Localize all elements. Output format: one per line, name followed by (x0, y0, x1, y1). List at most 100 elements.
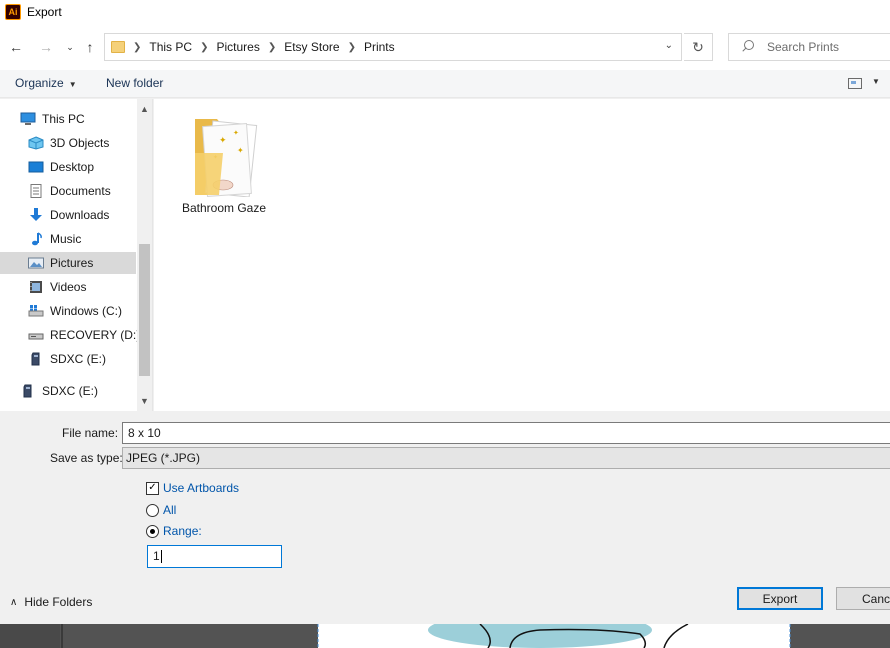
organize-button[interactable]: Organize ▼ (15, 76, 77, 90)
address-bar[interactable]: ❯ This PC ❯ Pictures ❯ Etsy Store ❯ Prin… (104, 33, 682, 61)
chevron-down-icon[interactable]: ⌄ (665, 40, 673, 51)
cube-icon (28, 136, 44, 150)
music-icon (28, 232, 44, 246)
range-input[interactable]: 1 (147, 545, 282, 568)
sidebar-item-downloads[interactable]: Downloads (0, 204, 136, 226)
cancel-button[interactable]: Cancel (836, 587, 890, 610)
change-view-icon[interactable] (848, 78, 862, 89)
illustrator-app-icon: Ai (5, 4, 21, 20)
chevron-right-icon[interactable]: ❯ (133, 42, 141, 53)
sidebar-item-3d-objects[interactable]: 3D Objects (0, 132, 136, 154)
folder-item[interactable]: ✦ ✦ ✦ ✦ Bathroom Gaze (180, 113, 268, 223)
folder-name: Bathroom Gaze (181, 201, 267, 215)
sidebar-item-pictures[interactable]: Pictures (0, 252, 136, 274)
sd-card-icon (20, 384, 36, 398)
pictures-icon (28, 256, 44, 270)
sidebar-item-label: SDXC (E:) (42, 384, 99, 398)
scroll-up-arrow-icon[interactable]: ▲ (137, 101, 152, 117)
organize-label: Organize (15, 76, 64, 90)
export-dialog: Ai Export ← → ⌄ ↑ ❯ This PC ❯ Pictures ❯… (0, 0, 890, 624)
forward-arrow-icon[interactable]: → (36, 38, 56, 56)
desktop-icon (28, 160, 44, 174)
range-option[interactable]: Range: (146, 524, 202, 538)
sidebar-item-label: Downloads (50, 208, 110, 222)
navigation-pane: This PC 3D Objects Desktop Documents Dow… (0, 99, 153, 411)
sidebar-item-recovery-d[interactable]: RECOVERY (D:) (0, 324, 140, 346)
drive-icon (28, 328, 44, 342)
new-folder-button[interactable]: New folder (106, 76, 163, 90)
hide-folders-button[interactable]: ∧ Hide Folders (10, 595, 92, 609)
range-value: 1 (153, 549, 160, 563)
file-list[interactable]: ✦ ✦ ✦ ✦ Bathroom Gaze (154, 99, 890, 411)
export-button[interactable]: Export (737, 587, 823, 610)
range-label[interactable]: Range: (163, 524, 202, 538)
sd-card-icon (28, 352, 44, 366)
folder-thumbnail-icon: ✦ ✦ ✦ ✦ (195, 119, 258, 197)
breadcrumb-etsy-store[interactable]: Etsy Store (284, 40, 339, 54)
sidebar-item-sdxc-e-root[interactable]: SDXC (E:) (0, 380, 136, 402)
title-bar: Ai Export (0, 0, 890, 24)
folder-icon (111, 41, 125, 53)
caret-down-icon: ▼ (68, 80, 77, 89)
computer-icon (20, 112, 36, 126)
use-artboards-label[interactable]: Use Artboards (163, 481, 239, 495)
all-radio[interactable] (146, 503, 159, 517)
svg-text:✦: ✦ (219, 136, 227, 146)
svg-text:✦: ✦ (237, 146, 244, 155)
document-icon (28, 184, 44, 198)
sidebar-item-label: Pictures (50, 256, 94, 270)
file-name-input[interactable]: 8 x 10 (122, 422, 890, 444)
sidebar-item-label: This PC (42, 112, 85, 126)
sidebar-item-videos[interactable]: Videos (0, 276, 136, 298)
navigation-pane-scrollbar[interactable]: ▲ ▼ (137, 99, 152, 411)
use-artboards-option[interactable]: ✓ Use Artboards (146, 481, 239, 495)
sidebar-item-sdxc-e[interactable]: SDXC (E:) (0, 348, 136, 370)
sidebar-item-documents[interactable]: Documents (0, 180, 136, 202)
sidebar-item-label: Music (50, 232, 82, 246)
chevron-right-icon[interactable]: ❯ (348, 42, 356, 53)
text-cursor (160, 550, 162, 564)
chevron-right-icon[interactable]: ❯ (268, 42, 276, 53)
sidebar-item-desktop[interactable]: Desktop (0, 156, 136, 178)
search-placeholder: Search Prints (767, 40, 840, 54)
chevron-right-icon[interactable]: ❯ (200, 42, 208, 53)
use-artboards-checkbox[interactable]: ✓ (146, 481, 159, 495)
sidebar-item-label: 3D Objects (50, 136, 110, 150)
navigation-bar: ← → ⌄ ↑ ❯ This PC ❯ Pictures ❯ Etsy Stor… (0, 24, 890, 70)
scroll-down-arrow-icon[interactable]: ▼ (137, 393, 152, 409)
artboard-preview (0, 624, 890, 648)
chevron-up-icon: ∧ (10, 596, 18, 608)
sidebar-item-music[interactable]: Music (0, 228, 136, 250)
save-as-type-select[interactable]: JPEG (*.JPG) (122, 447, 890, 469)
sidebar-item-label: SDXC (E:) (50, 352, 107, 366)
all-label[interactable]: All (163, 503, 176, 517)
scrollbar-thumb[interactable] (139, 244, 150, 376)
sidebar-item-label: Documents (50, 184, 111, 198)
window-title: Export (27, 5, 62, 19)
sidebar-item-this-pc[interactable]: This PC (0, 108, 136, 130)
hide-folders-label: Hide Folders (24, 595, 93, 609)
download-icon (28, 208, 44, 222)
sidebar-item-label: Videos (50, 280, 87, 294)
video-icon (28, 280, 44, 294)
sidebar-item-windows-c[interactable]: Windows (C:) (0, 300, 136, 322)
breadcrumb-prints[interactable]: Prints (364, 40, 395, 54)
save-options-panel: File name: 8 x 10 Save as type: JPEG (*.… (0, 411, 890, 624)
range-radio[interactable] (146, 524, 159, 538)
sidebar-item-label: Windows (C:) (50, 304, 123, 318)
svg-text:✦: ✦ (233, 129, 239, 137)
illustrator-canvas (0, 624, 890, 648)
file-name-label: File name: (62, 426, 119, 440)
breadcrumb-this-pc[interactable]: This PC (149, 40, 192, 54)
all-option[interactable]: All (146, 503, 176, 517)
refresh-icon[interactable]: ↻ (684, 33, 713, 61)
breadcrumb-pictures[interactable]: Pictures (216, 40, 259, 54)
drive-icon (28, 304, 44, 318)
caret-down-icon[interactable]: ▼ (872, 77, 880, 86)
command-toolbar: Organize ▼ New folder ▼ (0, 70, 890, 98)
search-input[interactable]: Search Prints (728, 33, 890, 61)
back-arrow-icon[interactable]: ← (6, 38, 26, 56)
up-arrow-icon[interactable]: ↑ (80, 38, 100, 56)
recent-locations-chevron-icon[interactable]: ⌄ (60, 38, 80, 56)
sidebar-item-label: Desktop (50, 160, 95, 174)
